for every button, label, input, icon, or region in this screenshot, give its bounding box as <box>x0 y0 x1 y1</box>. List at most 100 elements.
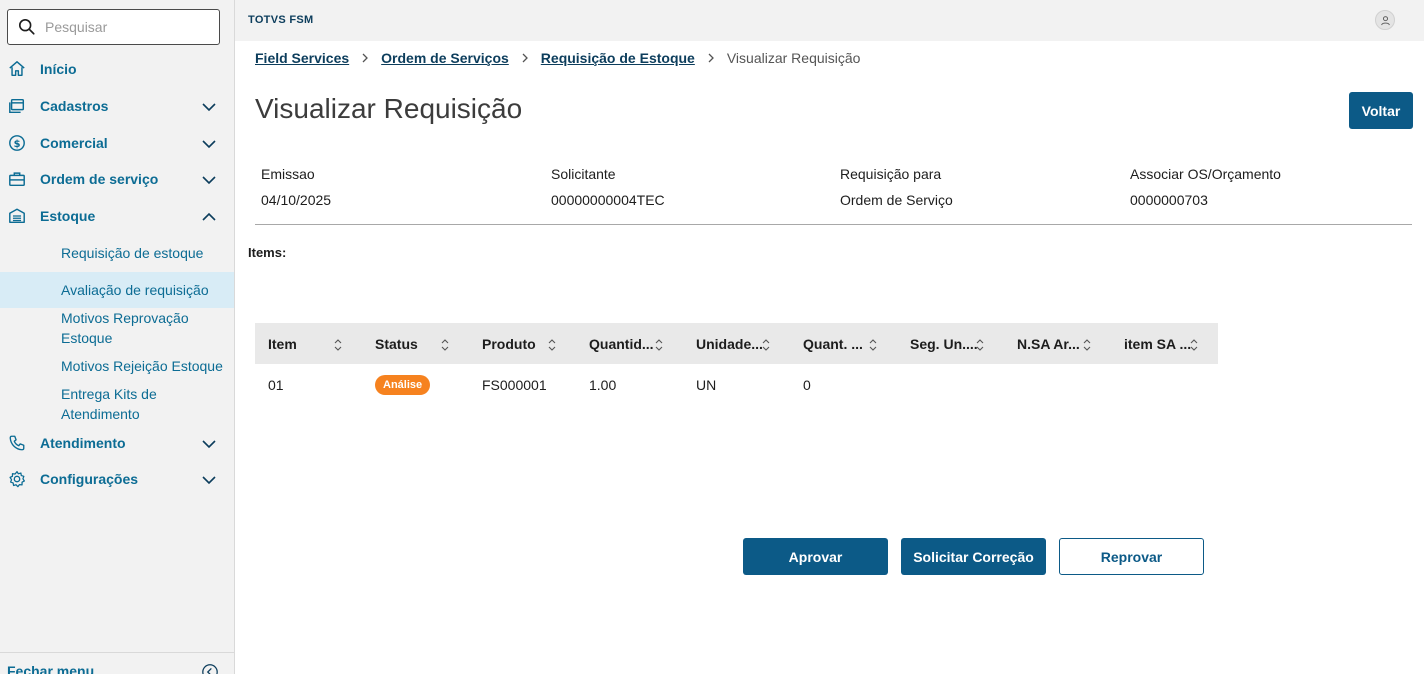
cell-status: Análise <box>362 375 469 395</box>
sidebar-item-ordem-de-servico[interactable]: Ordem de serviço <box>0 162 234 196</box>
info-label: Solicitante <box>551 166 616 182</box>
table-row[interactable]: 01 Análise FS000001 1.00 UN 0 <box>255 364 1218 406</box>
cell-quantidade: 1.00 <box>589 377 617 393</box>
sidebar-item-cadastros[interactable]: Cadastros <box>0 89 234 123</box>
column-header[interactable]: Produto <box>469 336 576 352</box>
sidebar-subitem-requisicao-estoque[interactable]: Requisição de estoque <box>0 243 234 263</box>
column-header[interactable]: Quantid... <box>576 336 683 352</box>
close-menu-button[interactable]: Fechar menu <box>0 652 234 674</box>
chevron-right-icon <box>705 52 717 64</box>
column-header[interactable]: Item <box>255 336 362 352</box>
chevron-down-icon <box>201 472 217 488</box>
chevron-down-icon <box>201 436 217 452</box>
sidebar-item-label: Início <box>40 61 77 77</box>
collapse-left-icon <box>202 664 218 674</box>
chevron-down-icon <box>201 136 217 152</box>
warehouse-icon <box>8 207 26 225</box>
info-value: 00000000004TEC <box>551 192 665 208</box>
info-value: 0000000703 <box>1130 192 1208 208</box>
sort-icon <box>975 338 985 352</box>
search-box[interactable] <box>7 9 220 45</box>
info-value: Ordem de Serviço <box>840 192 953 208</box>
chevron-right-icon <box>519 52 531 64</box>
sidebar-item-atendimento[interactable]: Atendimento <box>0 426 234 460</box>
gear-icon <box>8 470 26 488</box>
cell-produto: FS000001 <box>482 377 547 393</box>
user-avatar[interactable] <box>1375 10 1395 30</box>
sort-icon <box>761 338 771 352</box>
svg-text:$: $ <box>14 139 21 150</box>
breadcrumb-link-field-services[interactable]: Field Services <box>255 50 349 66</box>
home-icon <box>8 60 26 78</box>
sidebar-subitem-avaliacao-requisicao[interactable]: Avaliação de requisição <box>0 272 234 308</box>
cell-quant2: 0 <box>803 377 811 393</box>
sidebar-item-label: Comercial <box>40 135 108 151</box>
chevron-down-icon <box>201 99 217 115</box>
sidebar-item-inicio[interactable]: Início <box>0 52 234 86</box>
column-header[interactable]: N.SA Ar... <box>1004 336 1111 352</box>
page-title: Visualizar Requisição <box>255 93 523 124</box>
user-icon <box>1380 15 1390 25</box>
sort-icon <box>1189 338 1199 352</box>
breadcrumb: Field Services Ordem de Serviços Requisi… <box>255 50 860 66</box>
breadcrumb-link-ordem-servicos[interactable]: Ordem de Serviços <box>381 50 509 66</box>
window-icon <box>8 97 26 115</box>
info-label: Associar OS/Orçamento <box>1130 166 1281 182</box>
column-header[interactable]: Status <box>362 336 469 352</box>
reject-button[interactable]: Reprovar <box>1059 538 1204 575</box>
sidebar-item-label: Atendimento <box>40 435 126 451</box>
back-button[interactable]: Voltar <box>1349 92 1413 129</box>
sidebar-subitem-label: Avaliação de requisição <box>61 282 209 298</box>
briefcase-icon <box>8 170 26 188</box>
chevron-down-icon <box>201 172 217 188</box>
top-bar: TOTVS FSM <box>235 0 1424 41</box>
table-header: Item Status Produto Quantid... Unidade..… <box>255 323 1218 364</box>
sidebar-subitem-entrega-kits[interactable]: Entrega Kits de Atendimento <box>0 384 234 424</box>
sort-icon <box>654 338 664 352</box>
main-content: TOTVS FSM Field Services Ordem de Serviç… <box>235 0 1424 674</box>
search-icon <box>18 18 35 35</box>
sidebar-item-label: Configurações <box>40 471 139 487</box>
sidebar-item-label: Estoque <box>40 208 96 224</box>
sidebar-item-label: Cadastros <box>40 98 109 114</box>
info-value: 04/10/2025 <box>261 192 332 208</box>
chevron-up-icon <box>201 209 217 225</box>
sort-icon <box>868 338 878 352</box>
column-header[interactable]: Seg. Un.... <box>897 336 1004 352</box>
info-associar-os: Associar OS/Orçamento 0000000703 <box>1130 164 1281 210</box>
info-label: Requisição para <box>840 166 942 182</box>
items-label: Items: <box>248 245 287 260</box>
status-badge: Análise <box>375 375 431 395</box>
sort-icon <box>1082 338 1092 352</box>
cell-unidade: UN <box>696 377 717 393</box>
sidebar-item-configuracoes[interactable]: Configurações <box>0 462 234 496</box>
request-correction-button[interactable]: Solicitar Correção <box>901 538 1046 575</box>
dollar-icon: $ <box>8 134 26 152</box>
search-input[interactable] <box>45 19 205 35</box>
sidebar-subitem-motivos-reprovacao[interactable]: Motivos Reprovação Estoque <box>0 308 234 348</box>
close-menu-label: Fechar menu <box>7 662 95 674</box>
sort-icon <box>440 338 450 352</box>
chevron-right-icon <box>359 52 371 64</box>
column-header[interactable]: Quant. ... <box>790 336 897 352</box>
column-header[interactable]: item SA ... <box>1111 336 1218 352</box>
sort-icon <box>547 338 557 352</box>
sidebar-item-estoque[interactable]: Estoque <box>0 199 234 233</box>
app-root: Início Cadastros $ Comercial Ordem de se… <box>0 0 1424 674</box>
cell-item: 01 <box>268 377 284 393</box>
column-header[interactable]: Unidade... <box>683 336 790 352</box>
items-table: Item Status Produto Quantid... Unidade..… <box>255 323 1218 406</box>
request-info: Emissao 04/10/2025 Solicitante 000000000… <box>255 164 1412 225</box>
breadcrumb-current: Visualizar Requisição <box>726 50 861 66</box>
sidebar: Início Cadastros $ Comercial Ordem de se… <box>0 0 235 674</box>
sidebar-subitem-motivos-rejeicao[interactable]: Motivos Rejeição Estoque <box>0 356 234 376</box>
info-solicitante: Solicitante 00000000004TEC <box>551 164 665 210</box>
info-requisicao-para: Requisição para Ordem de Serviço <box>840 164 953 210</box>
brand-logo: TOTVS FSM <box>248 14 314 26</box>
phone-icon <box>8 434 26 452</box>
sort-icon <box>333 338 343 352</box>
sidebar-item-comercial[interactable]: $ Comercial <box>0 126 234 160</box>
breadcrumb-link-requisicao-estoque[interactable]: Requisição de Estoque <box>541 50 695 66</box>
approve-button[interactable]: Aprovar <box>743 538 888 575</box>
info-label: Emissao <box>261 166 315 182</box>
